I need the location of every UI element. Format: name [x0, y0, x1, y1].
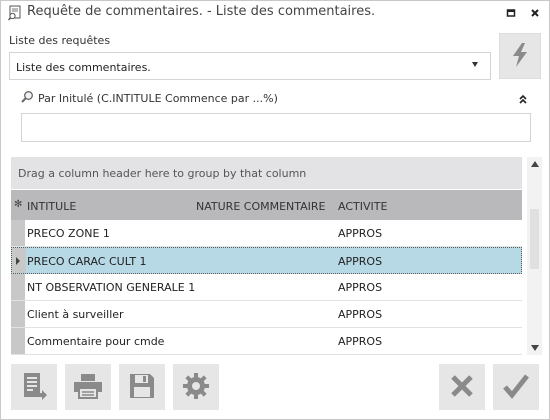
- requests-combo-value: Liste des commentaires.: [16, 61, 151, 74]
- double-chevron-up-icon[interactable]: [516, 92, 530, 106]
- cell-activite: APPROS: [338, 281, 383, 294]
- settings-icon: [182, 372, 210, 403]
- asterisk-icon[interactable]: ✻: [14, 199, 22, 210]
- close-icon[interactable]: [527, 5, 543, 21]
- cell-intitule: Commentaire pour cmde: [27, 335, 165, 348]
- cancel-x-icon: [449, 373, 475, 402]
- printer-icon: [73, 373, 103, 402]
- save-icon: [128, 372, 156, 403]
- group-panel-text: Drag a column header here to group by th…: [18, 167, 307, 180]
- window-title: Requête de commentaires. - Liste des com…: [27, 4, 376, 19]
- search-icon: [21, 90, 34, 106]
- chevron-down-icon[interactable]: [472, 62, 478, 67]
- filter-label-row: Par Initulé (C.INTITULE Commence par ...…: [21, 90, 278, 106]
- doc-search-icon: [7, 5, 23, 21]
- table-row[interactable]: PRECO ZONE 1 APPROS: [11, 220, 522, 247]
- column-header-nature[interactable]: NATURE COMMENTAIRE: [196, 200, 326, 213]
- execute-button[interactable]: [499, 33, 541, 79]
- grid-header: ✻ INTITULE NATURE COMMENTAIRE ACTIVITE: [11, 190, 522, 220]
- export-button[interactable]: [11, 364, 57, 410]
- requests-combo[interactable]: Liste des commentaires.: [9, 52, 491, 80]
- group-panel[interactable]: Drag a column header here to group by th…: [11, 157, 522, 189]
- column-header-activite[interactable]: ACTIVITE: [338, 200, 387, 213]
- cell-intitule: PRECO ZONE 1: [27, 227, 110, 240]
- comments-grid: Drag a column header here to group by th…: [11, 157, 542, 355]
- row-indicator: [11, 301, 25, 327]
- confirm-check-icon: [502, 373, 530, 402]
- filter-label: Par Initulé (C.INTITULE Commence par ...…: [38, 91, 278, 105]
- row-indicator: [11, 220, 25, 246]
- cell-intitule: PRECO CARAC CULT 1: [27, 255, 147, 268]
- cell-intitule: Client à surveiller: [27, 308, 124, 321]
- window: Requête de commentaires. - Liste des com…: [0, 0, 550, 420]
- save-button[interactable]: [119, 364, 165, 410]
- scroll-down-icon[interactable]: [527, 341, 542, 355]
- cancel-button[interactable]: [439, 364, 485, 410]
- row-pointer-icon: [16, 257, 20, 265]
- vertical-scrollbar[interactable]: [527, 157, 542, 355]
- table-row[interactable]: NT OBSERVATION GENERALE 1 APPROS: [11, 274, 522, 301]
- lightning-icon: [510, 42, 530, 71]
- filter-input[interactable]: [21, 113, 531, 142]
- column-header-intitule[interactable]: INTITULE: [27, 200, 76, 213]
- row-indicator: [11, 328, 25, 354]
- cell-activite: APPROS: [338, 255, 383, 268]
- maximize-icon[interactable]: [503, 5, 519, 21]
- cell-intitule: NT OBSERVATION GENERALE 1: [27, 281, 196, 294]
- scroll-thumb[interactable]: [530, 209, 539, 269]
- table-row[interactable]: Commentaire pour cmde APPROS: [11, 328, 522, 355]
- cell-activite: APPROS: [338, 335, 383, 348]
- table-row[interactable]: Client à surveiller APPROS: [11, 301, 522, 328]
- scroll-up-icon[interactable]: [527, 157, 542, 171]
- title-bar: Requête de commentaires. - Liste des com…: [1, 1, 549, 25]
- print-button[interactable]: [65, 364, 111, 410]
- cell-activite: APPROS: [338, 227, 383, 240]
- confirm-button[interactable]: [493, 364, 539, 410]
- table-row-selected[interactable]: PRECO CARAC CULT 1 APPROS: [11, 247, 522, 274]
- cell-activite: APPROS: [338, 308, 383, 321]
- export-document-icon: [20, 371, 48, 404]
- settings-button[interactable]: [173, 364, 219, 410]
- row-indicator: [11, 274, 25, 300]
- requests-label: Liste des requêtes: [9, 34, 111, 47]
